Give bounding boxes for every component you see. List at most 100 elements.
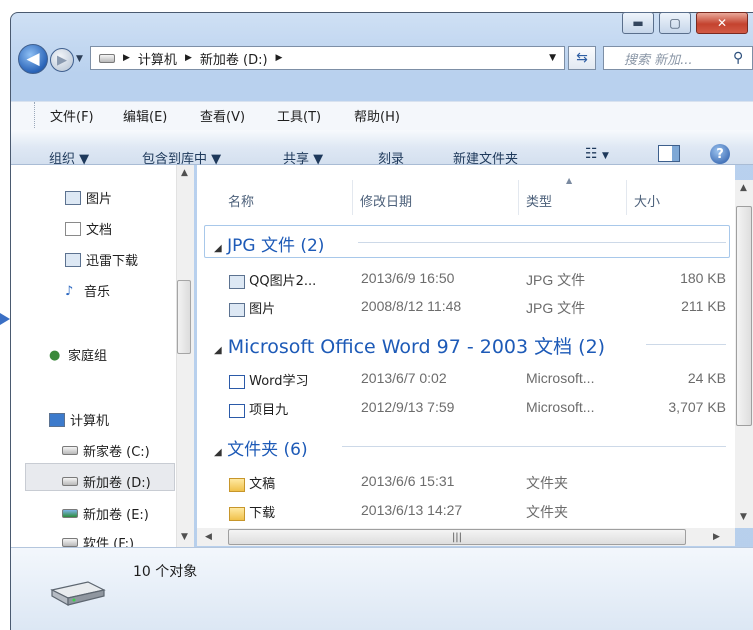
scroll-up-icon[interactable]: ▲ bbox=[181, 168, 188, 178]
nav-item-computer[interactable]: 计算机 bbox=[49, 410, 109, 429]
group-divider bbox=[342, 446, 726, 447]
file-size: 180 KB bbox=[680, 270, 726, 286]
file-size: 24 KB bbox=[687, 370, 726, 386]
drive-icon bbox=[62, 538, 78, 547]
group-header-word[interactable]: ◢ Microsoft Office Word 97 - 2003 文档 (2) bbox=[214, 332, 605, 359]
file-row[interactable]: 文稿 bbox=[229, 473, 275, 492]
scroll-right-icon[interactable]: ▶ bbox=[713, 532, 720, 542]
file-row[interactable]: 图片 bbox=[229, 298, 275, 317]
file-vertical-scroll-thumb[interactable] bbox=[736, 206, 752, 426]
scroll-up-icon[interactable]: ▲ bbox=[740, 183, 747, 193]
nav-item-drive-d[interactable]: 新加卷 (D:) bbox=[62, 472, 151, 491]
group-header-jpg[interactable]: ◢ JPG 文件 (2) bbox=[214, 231, 324, 256]
file-row[interactable]: 项目九 bbox=[229, 399, 288, 418]
file-type: 文件夹 bbox=[526, 504, 568, 520]
help-icon: ? bbox=[716, 146, 724, 162]
help-button[interactable]: ? bbox=[710, 144, 730, 164]
breadcrumb-chevron-icon: ▶ bbox=[184, 53, 192, 63]
scroll-left-icon[interactable]: ◀ bbox=[205, 532, 212, 542]
menu-tools[interactable]: 工具(T) bbox=[277, 106, 321, 125]
column-header-date[interactable]: 修改日期 bbox=[360, 191, 412, 210]
nav-item-documents[interactable]: 文档 bbox=[65, 219, 112, 238]
drive-e-icon bbox=[62, 509, 78, 518]
search-input[interactable]: 搜索 新加... bbox=[603, 46, 753, 70]
column-header-name[interactable]: 名称 bbox=[228, 191, 254, 210]
image-file-icon bbox=[229, 302, 245, 317]
breadcrumb-drive-d[interactable]: 新加卷 (D:) bbox=[200, 49, 268, 68]
menu-view[interactable]: 查看(V) bbox=[200, 106, 245, 125]
nav-item-xunlei[interactable]: 迅雷下载 bbox=[65, 250, 138, 269]
file-row[interactable]: Word学习 bbox=[229, 370, 309, 389]
image-file-icon bbox=[229, 274, 245, 289]
close-button[interactable]: ✕ bbox=[696, 12, 748, 34]
breadcrumb-chevron-icon: ▶ bbox=[123, 53, 130, 63]
minimize-button[interactable]: ▬ bbox=[622, 12, 654, 34]
column-header-type[interactable]: 类型 bbox=[526, 191, 552, 210]
file-horizontal-scroll-thumb[interactable]: ||| bbox=[228, 529, 686, 545]
back-arrow-icon: ◀ bbox=[26, 49, 40, 69]
nav-item-drive-c[interactable]: 新家卷 (C:) bbox=[62, 441, 150, 460]
scroll-down-icon[interactable]: ▼ bbox=[181, 532, 188, 542]
change-view-button[interactable]: ☷ ▼ bbox=[585, 146, 609, 162]
drive-icon bbox=[99, 53, 115, 63]
preview-pane-button[interactable] bbox=[658, 145, 680, 162]
documents-icon bbox=[65, 221, 81, 236]
file-date: 2013/6/13 14:27 bbox=[361, 502, 463, 518]
address-dropdown-icon[interactable]: ▼ bbox=[549, 53, 556, 63]
refresh-icon: ⇆ bbox=[576, 50, 588, 66]
drive-icon bbox=[62, 446, 78, 455]
file-type: Microsoft... bbox=[526, 370, 595, 386]
recent-pages-dropdown[interactable]: ▼ bbox=[76, 54, 83, 64]
nav-item-drive-f[interactable]: 软件 (F:) bbox=[62, 533, 134, 547]
breadcrumb-chevron-icon: ▶ bbox=[275, 53, 283, 63]
callout-arrow bbox=[0, 313, 10, 325]
group-header-folders[interactable]: ◢ 文件夹 (6) bbox=[214, 435, 308, 460]
file-date: 2012/9/13 7:59 bbox=[361, 399, 455, 415]
file-date: 2013/6/6 15:31 bbox=[361, 473, 455, 489]
item-count-status: 10 个对象 bbox=[133, 564, 198, 580]
details-pane bbox=[11, 547, 753, 630]
column-header-size[interactable]: 大小 bbox=[634, 191, 660, 210]
nav-item-music[interactable]: ♪ 音乐 bbox=[65, 281, 110, 301]
file-type: JPG 文件 bbox=[526, 300, 586, 316]
forward-button[interactable]: ▶ bbox=[50, 48, 74, 72]
file-row[interactable]: 下载 bbox=[229, 502, 275, 521]
drive-icon bbox=[50, 581, 106, 607]
scroll-down-icon[interactable]: ▼ bbox=[740, 512, 747, 522]
file-row[interactable]: QQ图片2... bbox=[229, 270, 316, 289]
word-file-icon bbox=[229, 374, 245, 389]
nav-scrollbar[interactable] bbox=[176, 165, 194, 547]
breadcrumb-computer[interactable]: 计算机 bbox=[138, 49, 177, 68]
file-type: JPG 文件 bbox=[526, 272, 586, 288]
forward-arrow-icon: ▶ bbox=[57, 52, 67, 68]
drive-icon bbox=[62, 477, 78, 486]
close-icon: ✕ bbox=[716, 16, 728, 30]
music-icon: ♪ bbox=[65, 283, 74, 299]
homegroup-icon: ● bbox=[49, 347, 61, 363]
sort-ascending-icon: ▲ bbox=[566, 176, 573, 185]
column-separator bbox=[352, 180, 353, 215]
menu-file[interactable]: 文件(F) bbox=[50, 106, 94, 125]
maximize-button[interactable]: ▢ bbox=[659, 12, 691, 34]
grip-icon: ||| bbox=[451, 531, 463, 543]
menu-edit[interactable]: 编辑(E) bbox=[123, 106, 167, 125]
folder-icon bbox=[229, 477, 245, 492]
nav-item-homegroup[interactable]: ● 家庭组 bbox=[49, 345, 107, 365]
nav-item-pictures[interactable]: 图片 bbox=[65, 188, 112, 207]
menu-help[interactable]: 帮助(H) bbox=[354, 106, 400, 125]
file-date: 2008/8/12 11:48 bbox=[361, 298, 462, 314]
collapse-icon: ◢ bbox=[214, 447, 222, 458]
file-size: 211 KB bbox=[681, 298, 726, 314]
computer-icon bbox=[49, 412, 65, 427]
refresh-button[interactable]: ⇆ bbox=[568, 46, 596, 70]
nav-item-drive-e[interactable]: 新加卷 (E:) bbox=[62, 504, 149, 523]
column-separator bbox=[626, 180, 627, 215]
folder-icon bbox=[229, 506, 245, 521]
group-divider bbox=[358, 242, 726, 243]
file-date: 2013/6/9 16:50 bbox=[361, 270, 455, 286]
search-icon[interactable]: ⚲ bbox=[733, 50, 743, 66]
nav-scroll-thumb[interactable] bbox=[177, 280, 191, 354]
back-button[interactable]: ◀ bbox=[18, 44, 48, 74]
address-bar[interactable]: ▶ 计算机 ▶ 新加卷 (D:) ▶ ▼ bbox=[90, 46, 565, 70]
file-date: 2013/6/7 0:02 bbox=[361, 370, 447, 386]
